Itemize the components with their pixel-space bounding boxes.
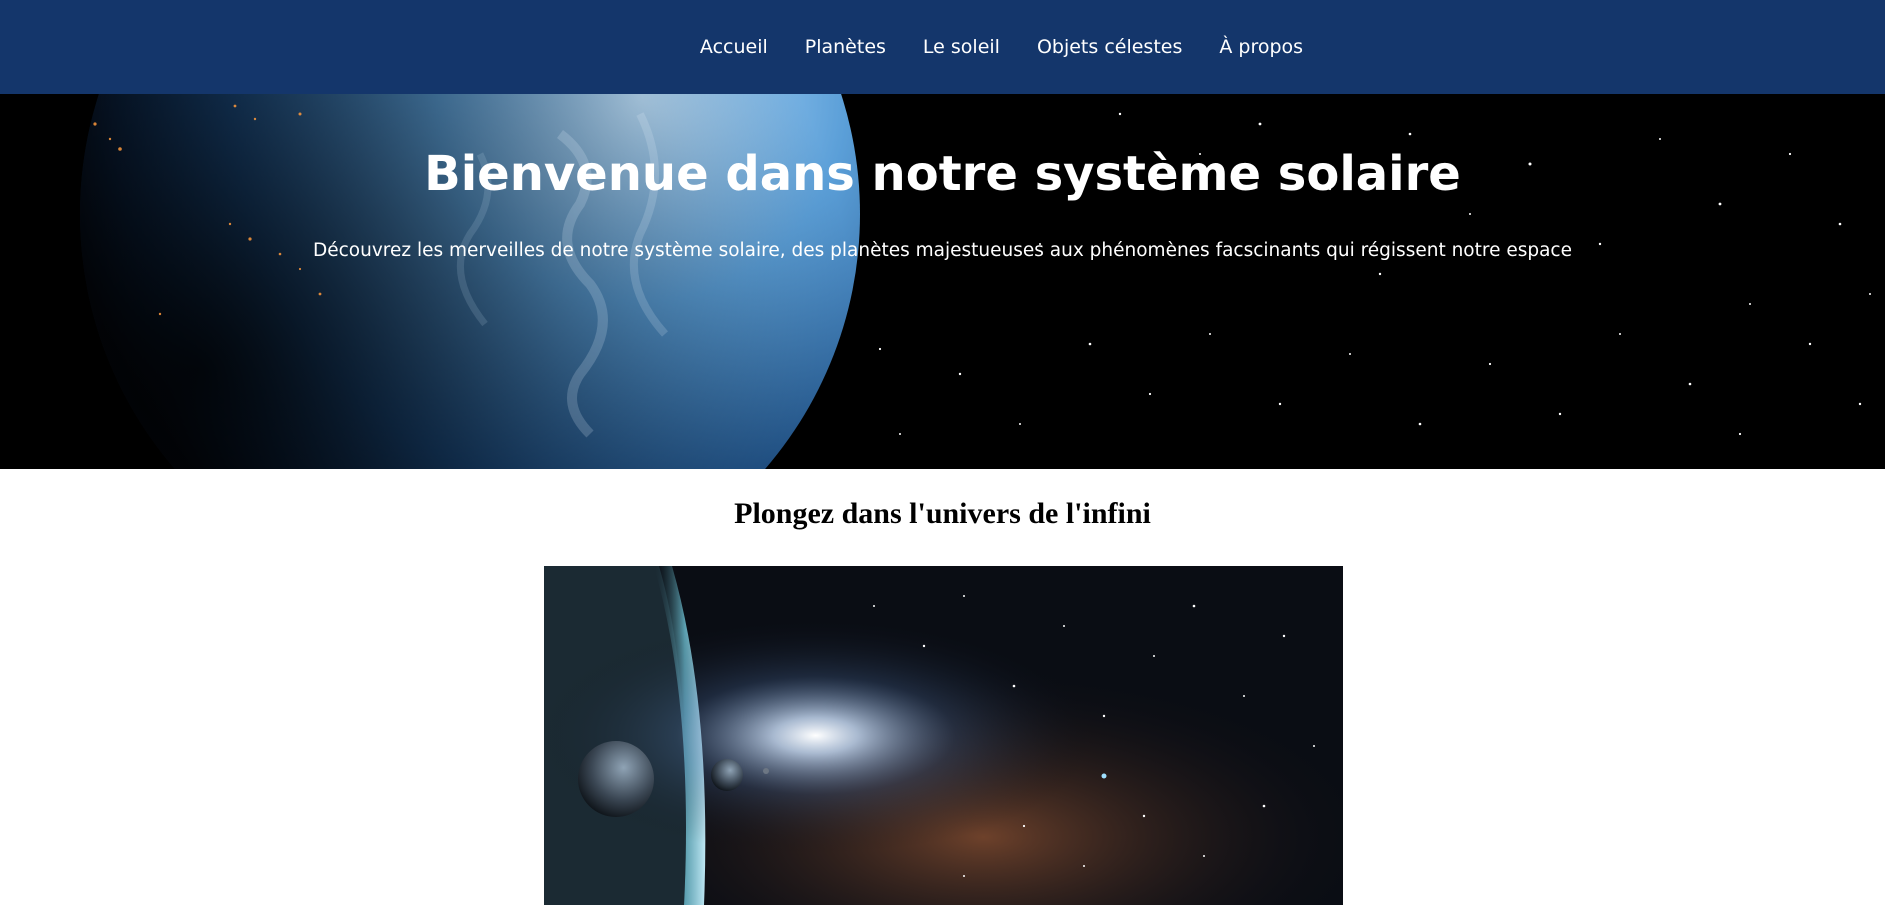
hero-title: Bienvenue dans notre système solaire [424, 146, 1461, 202]
nav-link-accueil[interactable]: Accueil [681, 36, 786, 58]
nav-link-planetes[interactable]: Planètes [786, 36, 904, 58]
nav-link-le-soleil[interactable]: Le soleil [904, 36, 1018, 58]
nebula-planets-image [544, 566, 1343, 905]
nav-link-a-propos[interactable]: À propos [1201, 36, 1322, 58]
section-title: Plongez dans l'univers de l'infini [734, 497, 1151, 530]
nav-link-objets-celestes[interactable]: Objets célestes [1018, 36, 1200, 58]
top-navbar: Accueil Planètes Le soleil Objets célest… [0, 0, 1885, 94]
hero-subtitle: Découvrez les merveilles de notre systèm… [313, 240, 1572, 261]
hero-banner: Bienvenue dans notre système solaire Déc… [0, 94, 1885, 469]
nav-list: Accueil Planètes Le soleil Objets célest… [681, 36, 1321, 58]
